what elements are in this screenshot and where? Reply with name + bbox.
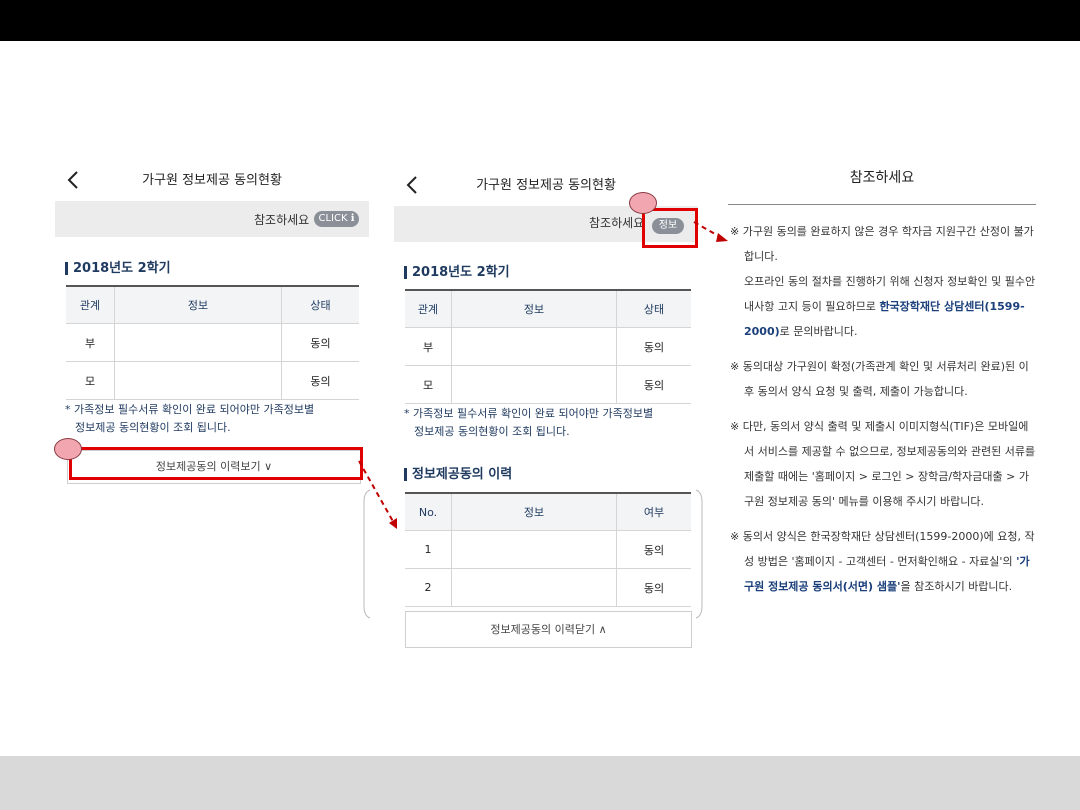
- reference-notes-panel: 참조하세요 ※ 가구원 동의를 완료하지 않은 경우 학자금 지원구간 산정이 …: [728, 160, 1036, 599]
- reference-bar: 참조하세요 CLICK ℹ: [55, 201, 369, 237]
- status-cell: 동의: [281, 361, 359, 400]
- top-bar: [0, 0, 1080, 41]
- note-text: 을 참조하시기 바랍니다.: [900, 580, 1013, 593]
- reference-label: 참조하세요: [254, 213, 310, 227]
- highlight-box: [69, 447, 363, 480]
- status-cell: 동의: [281, 323, 359, 362]
- table-row: 모 동의: [405, 365, 691, 404]
- app-header: 가구원 정보제공 동의현황: [55, 165, 369, 201]
- notes-title: 참조하세요: [728, 160, 1036, 205]
- info-cell: [451, 365, 617, 404]
- no-cell: 2: [405, 568, 452, 607]
- col-header-info: 정보: [451, 492, 617, 531]
- consent-cell: 동의: [616, 530, 691, 569]
- bracket-right: [695, 489, 703, 619]
- table-row: 1 동의: [405, 530, 691, 569]
- family-info-note: * 가족정보 필수서류 확인이 완료 되어야만 가족정보별 정보제공 동의현황이…: [404, 405, 653, 441]
- reference-label: 참조하세요: [589, 216, 645, 230]
- relation-cell: 모: [66, 361, 115, 400]
- note-text: ※ 동의서 양식은 한국장학재단 상담센터(1599-2000)에 요청, 작성…: [730, 530, 1035, 568]
- col-header-consent: 여부: [616, 492, 691, 531]
- status-cell: 동의: [616, 365, 691, 404]
- dashed-arrow-icon: [693, 221, 728, 242]
- callout-marker: [54, 438, 82, 460]
- col-header-info: 정보: [114, 285, 282, 324]
- col-header-relation: 관계: [405, 289, 452, 328]
- page-title: 가구원 정보제공 동의현황: [476, 178, 616, 193]
- family-info-note: * 가족정보 필수서류 확인이 완료 되어야만 가족정보별 정보제공 동의현황이…: [65, 401, 314, 437]
- bottom-bar: [0, 756, 1080, 810]
- history-title: 정보제공동의 이력: [404, 468, 512, 481]
- consent-table: 관계 정보 상태 부 동의 모 동의: [405, 289, 691, 404]
- page-title: 가구원 정보제공 동의현황: [142, 173, 282, 188]
- info-cell: [114, 361, 282, 400]
- note-text: ※ 가구원 동의를 완료하지 않은 경우 학자금 지원구간 산정이 불가합니다.: [730, 225, 1034, 263]
- info-cell: [451, 327, 617, 366]
- relation-cell: 부: [405, 327, 452, 366]
- consent-cell: 동의: [616, 568, 691, 607]
- highlight-box: [642, 208, 698, 248]
- note-text: ※ 동의대상 가구원이 확정(가족관계 확인 및 서류처리 완료)된 이후 동의…: [730, 360, 1029, 398]
- consent-table: 관계 정보 상태 부 동의 모 동의: [66, 285, 359, 400]
- table-row: 모 동의: [66, 361, 359, 400]
- info-cell: [451, 568, 617, 607]
- table-row: 2 동의: [405, 568, 691, 607]
- col-header-no: No.: [405, 492, 452, 531]
- note-line: 정보제공 동의현황이 조회 됩니다.: [414, 425, 570, 438]
- note-line: 정보제공 동의현황이 조회 됩니다.: [75, 421, 231, 434]
- semester-title: 2018년도 2학기: [65, 262, 171, 275]
- note-item: ※ 다만, 동의서 양식 출력 및 제출시 이미지형식(TIF)은 모바일에서 …: [728, 414, 1036, 514]
- info-cell: [114, 323, 282, 362]
- col-header-relation: 관계: [66, 285, 115, 324]
- note-item: ※ 동의대상 가구원이 확정(가족관계 확인 및 서류처리 완료)된 이후 동의…: [728, 354, 1036, 404]
- note-line: * 가족정보 필수서류 확인이 완료 되어야만 가족정보별: [404, 407, 654, 420]
- note-line: * 가족정보 필수서류 확인이 완료 되어야만 가족정보별: [65, 403, 315, 416]
- history-table: No. 정보 여부 1 동의 2 동의: [405, 492, 691, 607]
- col-header-status: 상태: [616, 289, 691, 328]
- status-cell: 동의: [616, 327, 691, 366]
- table-row: 부 동의: [66, 323, 359, 362]
- no-cell: 1: [405, 530, 452, 569]
- relation-cell: 부: [66, 323, 115, 362]
- screen-consent-status: 가구원 정보제공 동의현황 참조하세요 CLICK ℹ 2018년도 2학기 관…: [55, 165, 369, 495]
- semester-title: 2018년도 2학기: [404, 266, 510, 279]
- note-text: 로 문의바랍니다.: [779, 325, 858, 338]
- table-row: 부 동의: [405, 327, 691, 366]
- relation-cell: 모: [405, 365, 452, 404]
- note-item: ※ 가구원 동의를 완료하지 않은 경우 학자금 지원구간 산정이 불가합니다.…: [728, 219, 1036, 344]
- bracket-left: [363, 489, 371, 619]
- note-text: ※ 다만, 동의서 양식 출력 및 제출시 이미지형식(TIF)은 모바일에서 …: [730, 420, 1036, 508]
- callout-marker: [629, 192, 657, 214]
- col-header-status: 상태: [281, 285, 359, 324]
- click-info-pill[interactable]: CLICK ℹ: [314, 211, 359, 227]
- info-cell: [451, 530, 617, 569]
- note-item: ※ 동의서 양식은 한국장학재단 상담센터(1599-2000)에 요청, 작성…: [728, 524, 1036, 599]
- col-header-info: 정보: [451, 289, 617, 328]
- history-close-button[interactable]: 정보제공동의 이력닫기 ∧: [405, 611, 692, 648]
